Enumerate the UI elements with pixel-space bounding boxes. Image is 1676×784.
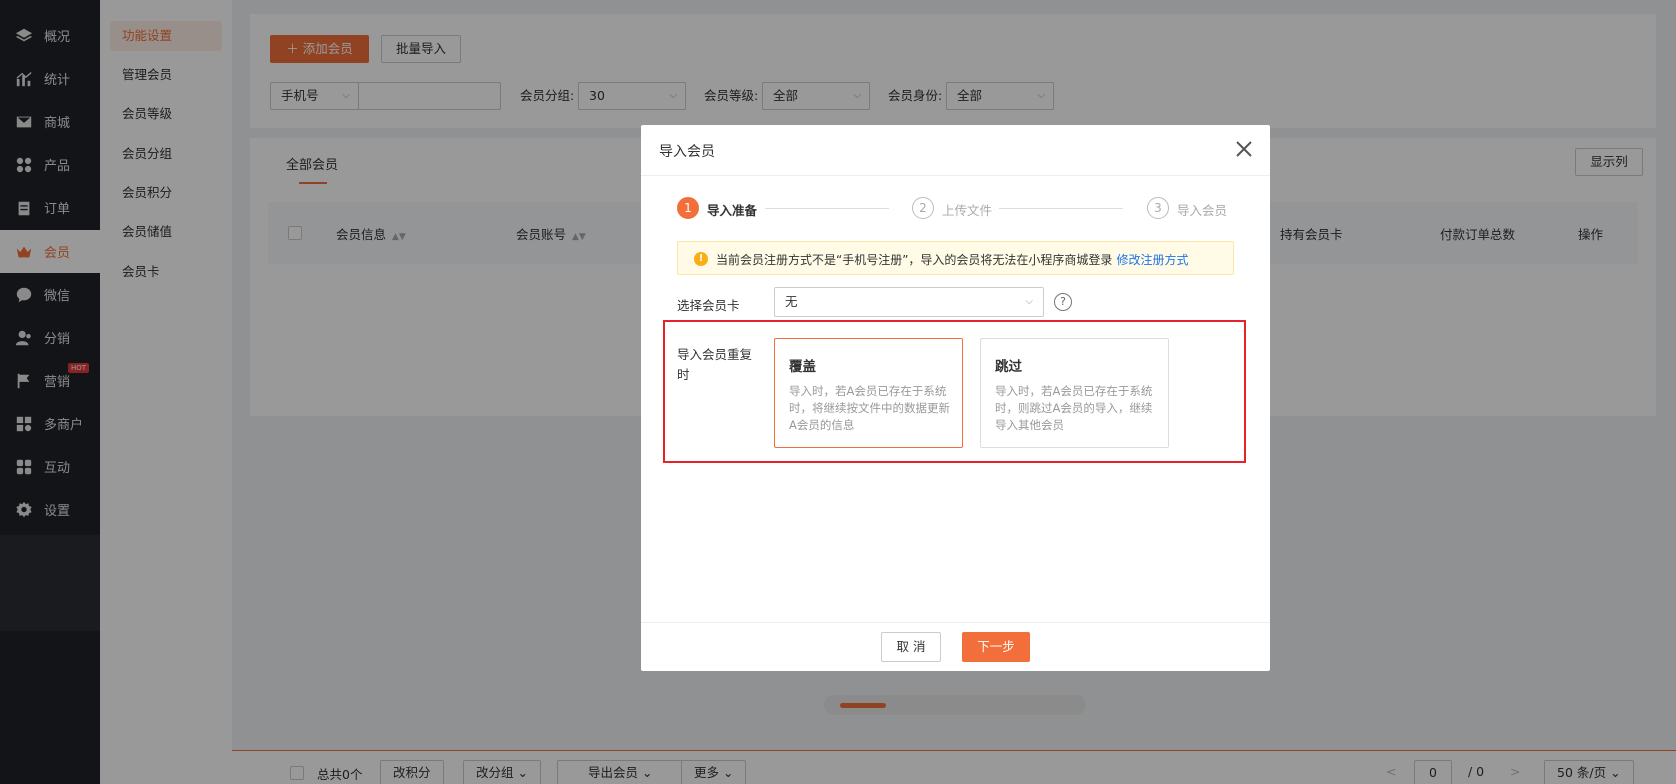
option-overwrite[interactable]: 覆盖 导入时，若A会员已存在于系统时，将继续按文件中的数据更新A会员的信息	[774, 338, 963, 448]
option-title: 跳过	[995, 359, 1022, 375]
modal-title: 导入会员	[659, 144, 715, 160]
member-card-select[interactable]: 无 ⌵	[774, 287, 1044, 317]
step-connector	[765, 208, 889, 209]
option-title: 覆盖	[789, 359, 816, 375]
duplicate-handling-label: 导入会员重复时	[677, 347, 753, 382]
step-1-number: 1	[677, 197, 699, 219]
import-steps: 1 导入准备 2 上传文件 3 导入会员	[677, 197, 1237, 221]
option-description: 导入时，若A会员已存在于系统时，将继续按文件中的数据更新A会员的信息	[789, 384, 950, 432]
close-icon	[1236, 141, 1252, 157]
close-button[interactable]	[1232, 137, 1256, 161]
change-registration-link[interactable]: 修改注册方式	[1116, 253, 1188, 267]
step-2-label: 上传文件	[942, 203, 993, 218]
step-2-number: 2	[912, 197, 934, 219]
option-description: 导入时，若A会员已存在于系统时，则跳过A会员的导入，继续导入其他会员	[995, 384, 1153, 432]
cancel-button[interactable]: 取 消	[881, 632, 941, 662]
option-skip[interactable]: 跳过 导入时，若A会员已存在于系统时，则跳过A会员的导入，继续导入其他会员	[980, 338, 1169, 448]
registration-warning: ! 当前会员注册方式不是“手机号注册”，导入的会员将无法在小程序商城登录 修改注册…	[677, 241, 1234, 275]
modal-header: 导入会员	[641, 125, 1270, 176]
member-card-label: 选择会员卡	[677, 298, 740, 313]
step-3-number: 3	[1147, 197, 1169, 219]
import-members-dialog: 导入会员 1 导入准备 2 上传文件 3 导入会员 ! 当前会员注册方式不是“手…	[641, 125, 1270, 671]
chevron-down-icon: ⌵	[1025, 296, 1033, 307]
warning-icon: !	[694, 252, 708, 266]
next-step-button[interactable]: 下一步	[962, 632, 1030, 662]
help-icon[interactable]: ?	[1054, 293, 1072, 311]
step-1-label: 导入准备	[707, 203, 758, 218]
step-3-label: 导入会员	[1177, 203, 1228, 218]
step-connector	[999, 208, 1123, 209]
modal-footer: 取 消 下一步	[641, 622, 1270, 671]
